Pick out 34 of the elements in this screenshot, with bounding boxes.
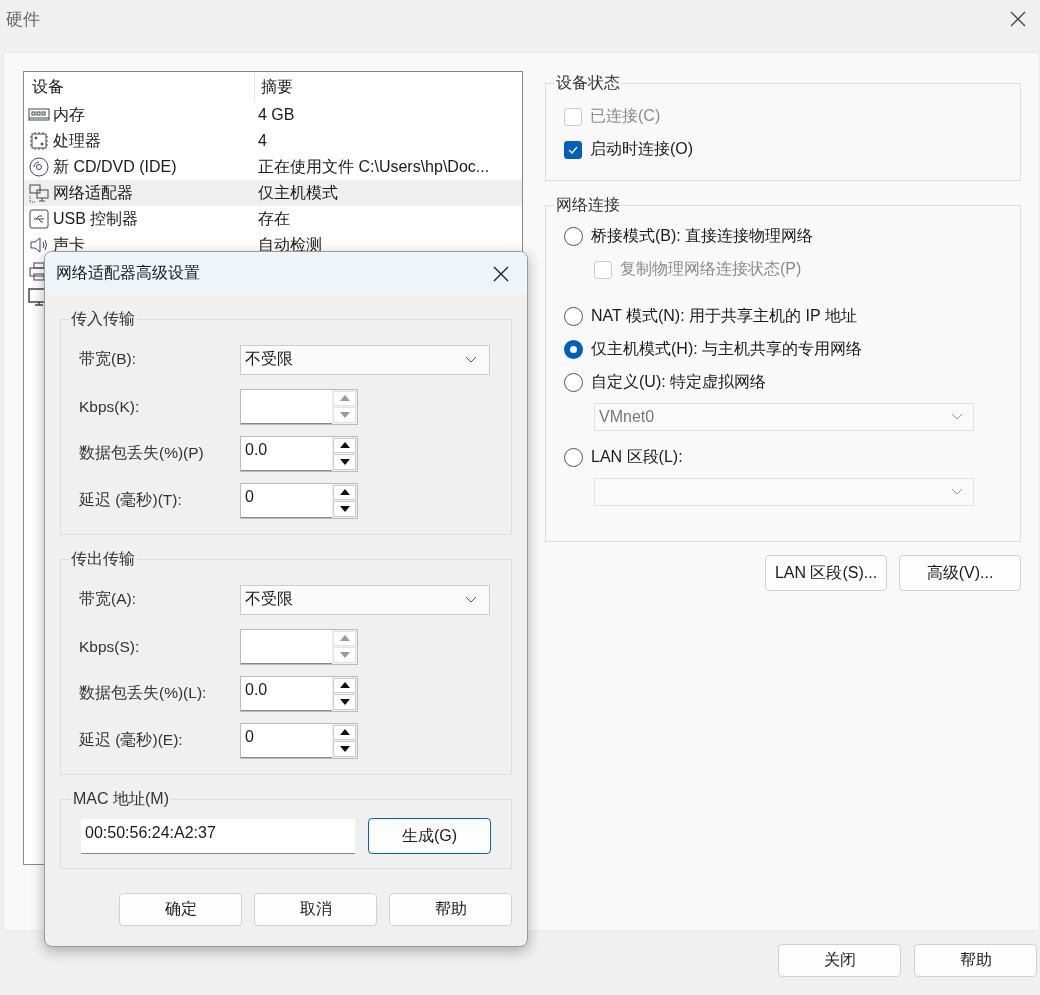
checkbox-label: 复制物理网络连接状态(P) [620,259,802,279]
field-label: Kbps(S): [79,637,141,656]
device-name: 声卡 [53,234,85,255]
field-label: 带宽(A): [79,589,137,609]
device-summary: 4 [257,132,268,150]
device-name: 网络适配器 [53,182,133,203]
field-label: 延迟 (毫秒)(E): [79,730,184,750]
device-name: USB 控制器 [53,208,139,229]
field-label: 数据包丢失(%)(P) [79,443,205,463]
checkbox-label: 启动时连接(O) [590,139,694,159]
field-label: 数据包丢失(%)(L): [79,683,208,703]
group-title: 网络连接 [555,195,621,215]
device-summary: 存在 [257,208,291,229]
device-summary: 4 GB [257,106,296,124]
group-title: 设备状态 [555,73,621,93]
radio-label: 自定义(U): 特定虚拟网络 [591,372,767,392]
dialog-title: 网络适配器高级设置 [56,263,200,283]
window-title: 硬件 [6,8,40,31]
checkbox-label: 已连接(C) [590,106,661,126]
radio-label: NAT 模式(N): 用于共享主机的 IP 地址 [591,306,857,326]
group-title: 传出传输 [70,549,136,569]
group-title: MAC 地址(M) [72,789,170,809]
radio-label: 桥接模式(B): 直接连接物理网络 [591,226,814,246]
field-label: 带宽(B): [79,349,137,369]
radio-label: 仅主机模式(H): 与主机共享的专用网络 [591,339,863,359]
device-name: 处理器 [53,130,101,151]
device-summary: 正在使用文件 C:\Users\hp\Doc... [257,156,491,177]
device-name: 新 CD/DVD (IDE) [53,156,177,177]
device-name: 内存 [53,104,85,125]
radio-label: LAN 区段(L): [591,447,683,467]
field-label: Kbps(K): [79,397,141,416]
group-title: 传入传输 [70,309,136,329]
field-label: 延迟 (毫秒)(T): [79,490,183,510]
device-summary: 仅主机模式 [257,182,339,203]
